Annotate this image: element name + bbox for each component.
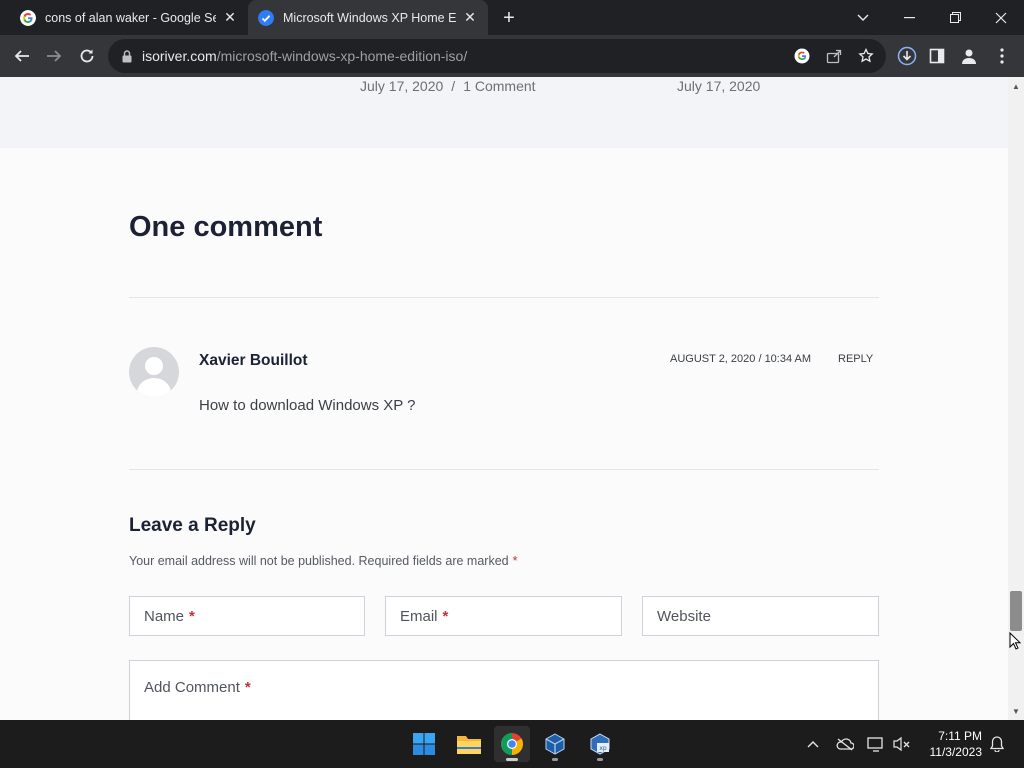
- post-date: July 17, 2020: [360, 78, 444, 94]
- taskbar: xp 7:11 PM 11/3/2023: [0, 720, 1024, 768]
- volume-muted-icon[interactable]: [892, 734, 912, 754]
- profile-icon[interactable]: [957, 44, 981, 68]
- avatar: [129, 347, 179, 397]
- email-field[interactable]: Email *: [385, 596, 622, 636]
- forward-arrow-icon[interactable]: [42, 44, 66, 68]
- tab-windows-xp-iso[interactable]: Microsoft Windows XP Home Ed ✕: [248, 0, 488, 35]
- divider: [129, 297, 879, 298]
- name-field[interactable]: Name *: [129, 596, 365, 636]
- isoriver-icon: [258, 9, 274, 26]
- email-field-label: Email: [400, 607, 438, 625]
- bookmark-star-icon[interactable]: [856, 46, 876, 66]
- download-icon[interactable]: [895, 44, 919, 68]
- file-explorer-icon[interactable]: [451, 726, 487, 762]
- scroll-up-arrow-icon[interactable]: ▲: [1012, 82, 1020, 91]
- network-icon[interactable]: [866, 734, 886, 754]
- chevron-up-icon[interactable]: [803, 734, 823, 754]
- clock-time: 7:11 PM: [938, 729, 982, 743]
- browser-toolbar: isoriver.com/microsoft-windows-xp-home-e…: [0, 35, 1024, 77]
- page-scrollbar[interactable]: ▲ ▼: [1008, 77, 1024, 720]
- name-field-label: Name: [144, 607, 185, 625]
- url-path: /microsoft-windows-xp-home-edition-iso/: [216, 48, 468, 64]
- website-field[interactable]: Website: [642, 596, 879, 636]
- comments-link[interactable]: 1 Comment: [463, 78, 535, 94]
- related-posts-band: July 17, 2020 / 1 Comment July 17, 2020: [0, 77, 1008, 148]
- scroll-down-arrow-icon[interactable]: ▼: [1012, 707, 1020, 716]
- menu-kebab-icon[interactable]: [990, 44, 1014, 68]
- restore-icon[interactable]: [932, 0, 978, 35]
- notification-bell-icon[interactable]: [987, 734, 1007, 754]
- url-text: isoriver.com/microsoft-windows-xp-home-e…: [142, 48, 467, 64]
- comment-text: How to download Windows XP ?: [199, 397, 416, 414]
- clock-date: 11/3/2023: [929, 745, 983, 759]
- related-post-meta: July 17, 2020: [677, 78, 760, 94]
- back-arrow-icon[interactable]: [10, 44, 34, 68]
- share-icon[interactable]: [824, 46, 844, 66]
- comment-textarea-label: Add Comment: [144, 679, 240, 696]
- form-note: Your email address will not be published…: [129, 554, 517, 568]
- required-mark: *: [442, 607, 449, 625]
- required-mark: *: [244, 679, 251, 696]
- related-post-meta: July 17, 2020 / 1 Comment: [360, 78, 536, 94]
- lock-icon[interactable]: [120, 49, 134, 63]
- post-date: July 17, 2020: [677, 78, 761, 94]
- windows-xp-vm-icon[interactable]: xp: [582, 726, 618, 762]
- web-page: July 17, 2020 / 1 Comment July 17, 2020 On…: [0, 77, 1008, 720]
- minimize-icon[interactable]: [886, 0, 932, 35]
- url-host: isoriver.com: [142, 48, 217, 64]
- comments-heading: One comment: [129, 211, 323, 243]
- svg-text:xp: xp: [599, 745, 607, 752]
- comment-date[interactable]: AUGUST 2, 2020 / 10:34 AM: [670, 353, 811, 365]
- tab-google-search[interactable]: cons of alan waker - Google Sea ✕: [12, 0, 246, 35]
- google-icon: [20, 9, 36, 26]
- tab-title: Microsoft Windows XP Home Ed: [283, 10, 456, 25]
- required-mark: *: [512, 554, 518, 568]
- website-field-label: Website: [657, 607, 711, 625]
- close-icon[interactable]: ✕: [222, 9, 238, 26]
- system-clock[interactable]: 7:11 PM 11/3/2023: [918, 728, 983, 760]
- comment-author: Xavier Bouillot: [199, 352, 308, 369]
- reply-heading: Leave a Reply: [129, 515, 256, 536]
- close-window-icon[interactable]: [978, 0, 1024, 35]
- virtualbox-icon[interactable]: [537, 726, 573, 762]
- scrollbar-thumb[interactable]: [1010, 591, 1022, 631]
- onedrive-icon[interactable]: [835, 734, 855, 754]
- comment-textarea[interactable]: Add Comment *: [129, 660, 879, 720]
- address-bar[interactable]: isoriver.com/microsoft-windows-xp-home-e…: [108, 39, 886, 73]
- new-tab-button[interactable]: +: [498, 7, 520, 29]
- tab-strip: cons of alan waker - Google Sea ✕ Micros…: [0, 0, 1024, 35]
- start-icon[interactable]: [406, 726, 442, 762]
- close-icon[interactable]: ✕: [462, 9, 478, 26]
- chrome-icon[interactable]: [494, 726, 530, 762]
- divider: [129, 469, 879, 470]
- form-note-text: Your email address will not be published…: [129, 554, 509, 568]
- google-lens-icon[interactable]: [792, 46, 812, 66]
- reply-link[interactable]: REPLY: [838, 353, 873, 365]
- tab-title: cons of alan waker - Google Sea: [45, 10, 216, 25]
- meta-separator: /: [451, 78, 456, 94]
- tab-search-chevron-icon[interactable]: [840, 0, 886, 35]
- side-panel-icon[interactable]: [925, 44, 949, 68]
- required-mark: *: [189, 607, 195, 625]
- reload-icon[interactable]: [75, 44, 99, 68]
- mouse-cursor-icon: [1009, 632, 1021, 650]
